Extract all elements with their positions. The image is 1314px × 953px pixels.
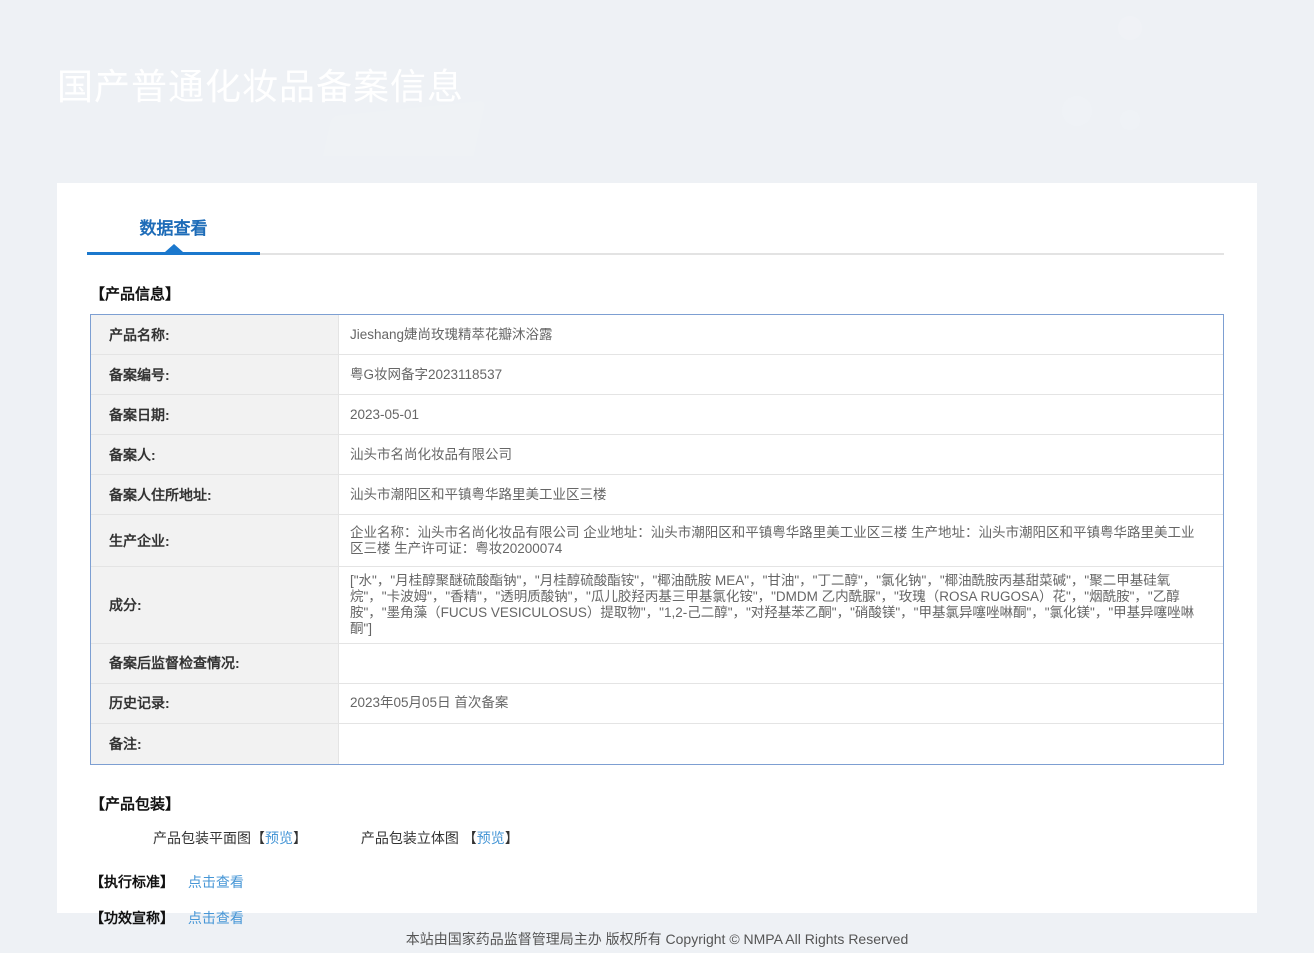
row-label: 历史记录: [91, 683, 339, 723]
row-label: 备注: [91, 723, 339, 764]
table-row-history: 历史记录: 2023年05月05日 首次备案 [91, 683, 1223, 724]
decor-polygon [632, 124, 828, 156]
row-label: 备案人住所地址: [91, 475, 339, 514]
packaging-items: 产品包装平面图【预览】 产品包装立体图 【预览】 [153, 828, 1224, 848]
row-label: 备案后监督检查情况: [91, 643, 339, 683]
row-value: 汕头市名尚化妆品有限公司 [350, 446, 512, 462]
row-value: 企业名称：汕头市名尚化妆品有限公司 企业地址：汕头市潮阳区和平镇粤华路里美工业区… [350, 524, 1195, 556]
row-label: 产品名称: [91, 315, 339, 354]
table-row-registrant: 备案人: 汕头市名尚化妆品有限公司 [91, 435, 1223, 475]
decor-circle [1120, 110, 1140, 130]
tab-data-view[interactable]: 数据查看 [87, 214, 260, 255]
table-row-producer: 生产企业: 企业名称：汕头市名尚化妆品有限公司 企业地址：汕头市潮阳区和平镇粤华… [91, 515, 1223, 567]
efficacy-view-link[interactable]: 点击查看 [188, 910, 244, 926]
efficacy-section: 【功效宣称】 点击查看 [90, 908, 1224, 928]
standard-section-title: 【执行标准】 [90, 873, 174, 890]
row-value: Jieshang婕尚玫瑰精萃花瓣沐浴露 [350, 326, 553, 342]
decor-circle [1160, 0, 1314, 110]
row-value: ["水"，"月桂醇聚醚硫酸酯钠"，"月桂醇硫酸酯铵"，"椰油酰胺 MEA"，"甘… [350, 573, 1195, 636]
section-title-packaging: 【产品包装】 [90, 795, 181, 813]
table-row-remarks: 备注: [91, 723, 1223, 764]
decor-circle [18, 26, 44, 52]
table-row-product-name: 产品名称: Jieshang婕尚玫瑰精萃花瓣沐浴露 [91, 315, 1223, 355]
efficacy-section-title: 【功效宣称】 [90, 909, 174, 926]
row-label: 成分: [91, 567, 339, 643]
table-row-record-number: 备案编号: 粤G妆网备字2023118537 [91, 355, 1223, 395]
standard-section: 【执行标准】 点击查看 [90, 872, 1224, 892]
row-value [339, 724, 1223, 764]
standard-view-link[interactable]: 点击查看 [188, 874, 244, 890]
section-title-product-info: 【产品信息】 [90, 286, 181, 303]
row-label: 备案日期: [91, 395, 339, 434]
table-row-supervision: 备案后监督检查情况: [91, 643, 1223, 684]
tab-active-triangle-icon [164, 244, 183, 252]
row-value: 粤G妆网备字2023118537 [350, 366, 503, 382]
table-row-record-date: 备案日期: 2023-05-01 [91, 395, 1223, 435]
decor-ellipse [790, 118, 960, 156]
row-label: 生产企业: [91, 515, 339, 566]
bracket-close: 】 [504, 829, 519, 846]
table-row-registrant-address: 备案人住所地址: 汕头市潮阳区和平镇粤华路里美工业区三楼 [91, 475, 1223, 515]
decor-circle [1062, 96, 1092, 126]
product-info-table: 产品名称: Jieshang婕尚玫瑰精萃花瓣沐浴露 备案编号: 粤G妆网备字20… [90, 314, 1224, 765]
table-row-ingredients: 成分: ["水"，"月桂醇聚醚硫酸酯钠"，"月桂醇硫酸酯铵"，"椰油酰胺 MEA… [91, 567, 1223, 644]
bracket-open: 【 [251, 829, 265, 846]
preview-link-3d[interactable]: 预览 [477, 830, 505, 846]
decor-circle [1118, 16, 1142, 40]
preview-link-flat[interactable]: 预览 [265, 830, 293, 846]
packaging-flat-label: 产品包装平面图 [153, 829, 251, 846]
row-value: 汕头市潮阳区和平镇粤华路里美工业区三楼 [350, 486, 607, 502]
tab-data-view-label: 数据查看 [139, 219, 208, 238]
bracket-close: 】 [293, 829, 307, 846]
row-value: 2023年05月05日 首次备案 [350, 695, 509, 711]
footer-text: 本站由国家药品监督管理局主办 版权所有 Copyright © NMPA All… [405, 931, 909, 947]
row-value: 2023-05-01 [350, 406, 420, 422]
decor-polygon [429, 59, 851, 156]
packaging-3d-item: 产品包装立体图 【预览】 [361, 828, 519, 848]
bracket-open: 【 [462, 829, 477, 846]
row-value [339, 644, 1223, 683]
tab-strip: 数据查看 [87, 183, 1224, 255]
packaging-3d-label: 产品包装立体图 [360, 829, 463, 846]
content-card: 数据查看 【产品信息】 产品名称: Jieshang婕尚玫瑰精萃花瓣沐浴露 备案… [57, 183, 1257, 926]
page-title: 国产普通化妆品备案信息 [57, 66, 465, 107]
row-label: 备案编号: [91, 355, 339, 394]
row-label: 备案人: [91, 435, 339, 474]
packaging-flat-item: 产品包装平面图【预览】 [153, 828, 307, 848]
header-banner: 国产普通化妆品备案信息 [0, 0, 1314, 156]
